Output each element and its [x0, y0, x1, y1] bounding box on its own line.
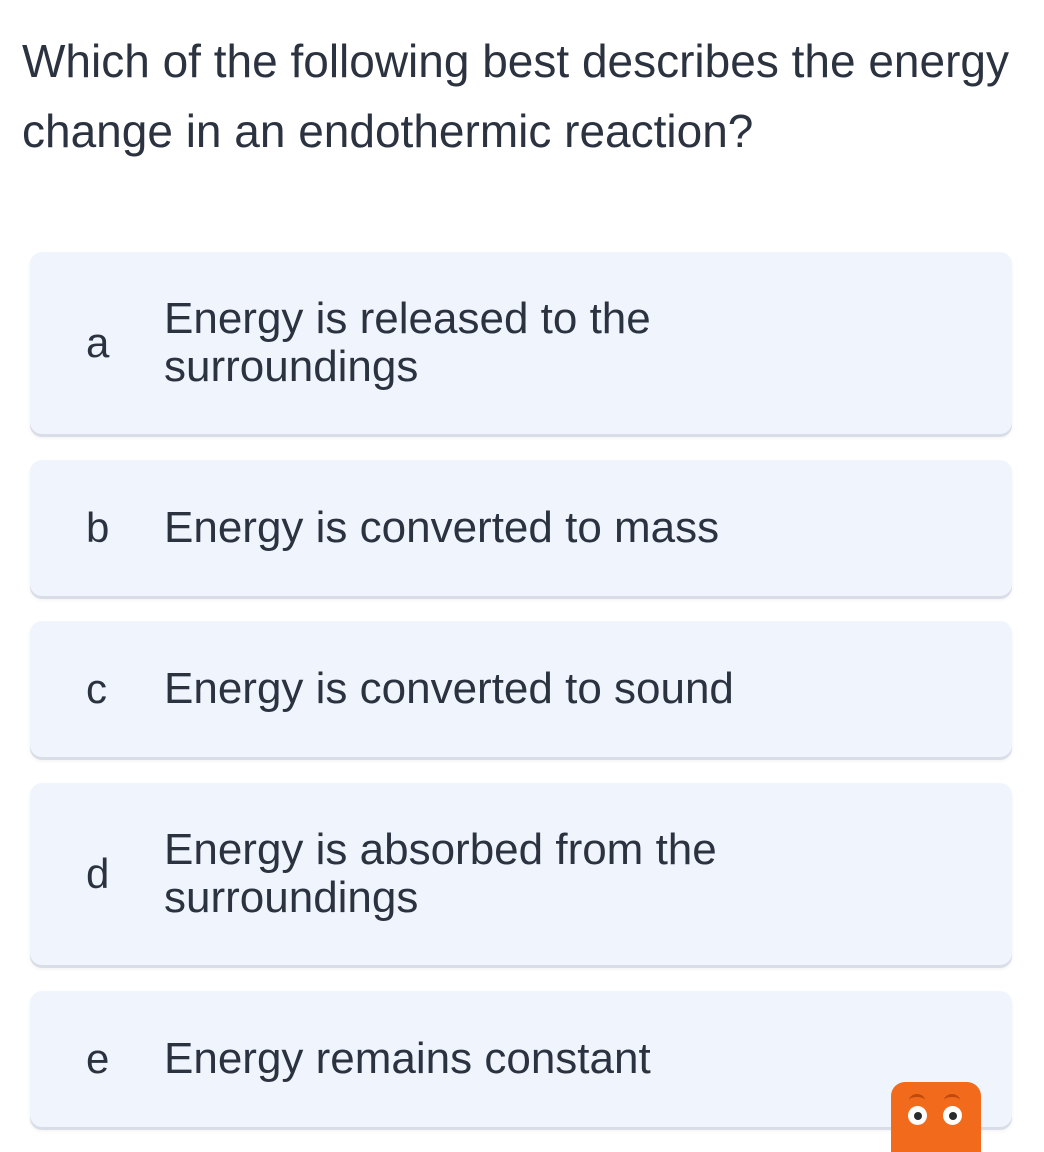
option-text: Energy is absorbed from the surroundings — [164, 825, 717, 922]
answer-option-d[interactable]: d Energy is absorbed from the surroundin… — [30, 783, 1012, 965]
answer-option-b[interactable]: b Energy is converted to mass — [30, 460, 1012, 596]
answer-option-c[interactable]: c Energy is converted to sound — [30, 621, 1012, 757]
option-text: Energy is released to the surroundings — [164, 294, 651, 391]
option-text: Energy remains constant — [164, 1034, 651, 1083]
option-letter: b — [86, 504, 110, 551]
option-text: Energy is converted to sound — [164, 664, 734, 713]
mascot-left-eye — [908, 1106, 927, 1125]
option-text: Energy is converted to mass — [164, 503, 720, 552]
option-letter: d — [86, 850, 110, 897]
question-text: Which of the following best describes th… — [22, 35, 1009, 157]
answer-option-e[interactable]: e Energy remains constant — [30, 991, 1012, 1127]
option-letter: a — [86, 319, 110, 366]
option-letter: e — [86, 1035, 110, 1082]
orange-monster-mascot-icon — [891, 1082, 981, 1152]
mascot-right-eye — [943, 1106, 962, 1125]
option-letter: c — [86, 665, 107, 712]
answer-option-a[interactable]: a Energy is released to the surroundings — [30, 252, 1012, 434]
